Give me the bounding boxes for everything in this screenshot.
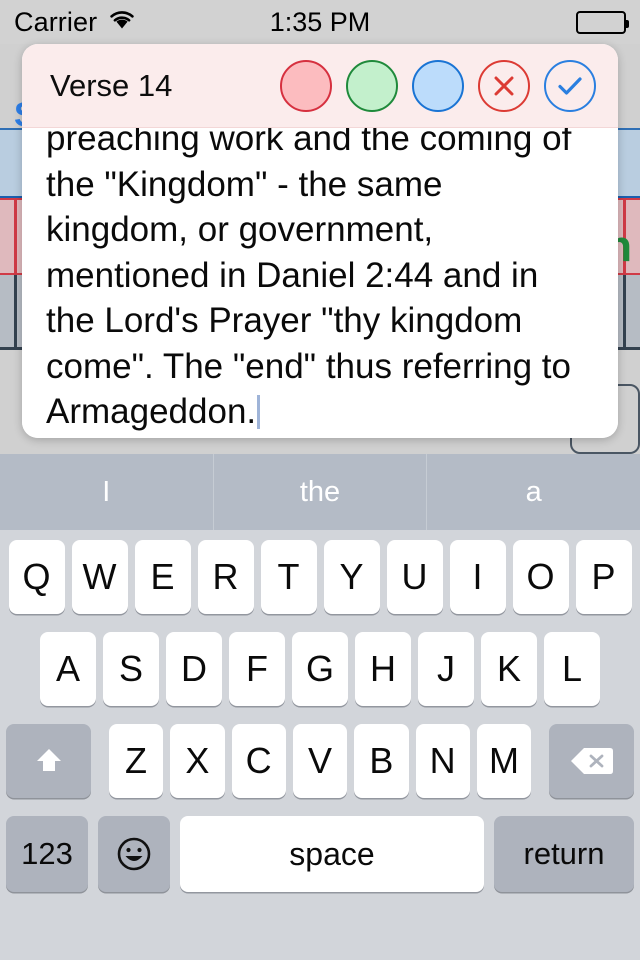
key-q[interactable]: Q	[8, 540, 65, 614]
text-caret	[257, 395, 261, 429]
key-b[interactable]: B	[354, 724, 409, 798]
key-t[interactable]: T	[260, 540, 317, 614]
key-z[interactable]: Z	[108, 724, 164, 798]
space-key[interactable]: space	[180, 816, 484, 892]
key-e[interactable]: E	[134, 540, 191, 614]
key-x[interactable]: X	[170, 724, 225, 798]
key-j[interactable]: J	[418, 632, 474, 706]
battery-icon	[576, 10, 629, 34]
shift-key[interactable]	[6, 724, 92, 798]
key-s[interactable]: S	[103, 632, 159, 706]
page-title: Verse 14	[50, 67, 173, 103]
shift-arrow-icon	[36, 749, 61, 771]
keyboard-rows: Q W E R T Y U I O P A S D F G H J K L Z …	[0, 530, 640, 892]
key-y[interactable]: Y	[323, 540, 380, 614]
key-h[interactable]: H	[355, 632, 411, 706]
suggestion-1[interactable]: the	[212, 454, 427, 530]
key-p[interactable]: P	[575, 540, 632, 614]
autocomplete-bar: I the a	[0, 454, 640, 530]
keyboard-row-1: Q W E R T Y U I O P	[0, 540, 640, 614]
note-text-value: preaching work and the coming of the "Ki…	[46, 128, 582, 431]
key-f[interactable]: F	[229, 632, 285, 706]
key-a[interactable]: A	[40, 632, 96, 706]
suggestion-0[interactable]: I	[0, 454, 213, 530]
status-bar: Carrier 1:35 PM	[0, 0, 640, 44]
numbers-key[interactable]: 123	[6, 816, 88, 892]
popup-action-buttons	[280, 59, 602, 112]
key-w[interactable]: W	[71, 540, 128, 614]
key-o[interactable]: O	[512, 540, 569, 614]
key-r[interactable]: R	[197, 540, 254, 614]
key-m[interactable]: M	[476, 724, 532, 798]
key-d[interactable]: D	[166, 632, 222, 706]
emoji-smiley-icon	[117, 837, 151, 871]
screen: S h Carrier 1:35 PM Verse 14	[0, 0, 640, 960]
keyboard-row-4: 123 space return	[0, 816, 640, 892]
key-v[interactable]: V	[292, 724, 348, 798]
color-green-button[interactable]	[346, 59, 398, 112]
color-pink-button[interactable]	[280, 59, 332, 112]
key-g[interactable]: G	[292, 632, 348, 706]
delete-key[interactable]	[548, 724, 635, 798]
background-divider	[14, 275, 17, 347]
key-u[interactable]: U	[386, 540, 443, 614]
cancel-button[interactable]	[478, 59, 530, 112]
checkmark-icon	[558, 76, 582, 95]
suggestion-2[interactable]: a	[426, 454, 640, 530]
confirm-button[interactable]	[544, 59, 596, 112]
note-text-area[interactable]: preaching work and the coming of the "Ki…	[22, 128, 618, 438]
backspace-icon	[571, 748, 614, 774]
keyboard: I the a Q W E R T Y U I O P A S D F G H …	[0, 454, 640, 960]
wifi-icon	[108, 9, 136, 35]
key-c[interactable]: C	[231, 724, 286, 798]
key-n[interactable]: N	[415, 724, 470, 798]
popup-header: Verse 14	[22, 44, 618, 128]
emoji-key[interactable]	[98, 816, 170, 892]
note-text-content: preaching work and the coming of the "Ki…	[46, 128, 594, 435]
carrier-label: Carrier	[14, 6, 98, 37]
background-divider	[623, 275, 626, 347]
x-icon	[494, 76, 514, 95]
key-k[interactable]: K	[481, 632, 537, 706]
return-key[interactable]: return	[494, 816, 634, 892]
color-blue-button[interactable]	[412, 59, 464, 112]
key-i[interactable]: I	[449, 540, 506, 614]
background-divider	[14, 200, 17, 273]
keyboard-row-2: A S D F G H J K L	[0, 632, 640, 706]
key-l[interactable]: L	[544, 632, 600, 706]
verse-note-popup: Verse 14 preaching work and the coming o…	[22, 44, 618, 438]
keyboard-row-3: Z X C V B N M	[0, 724, 640, 798]
